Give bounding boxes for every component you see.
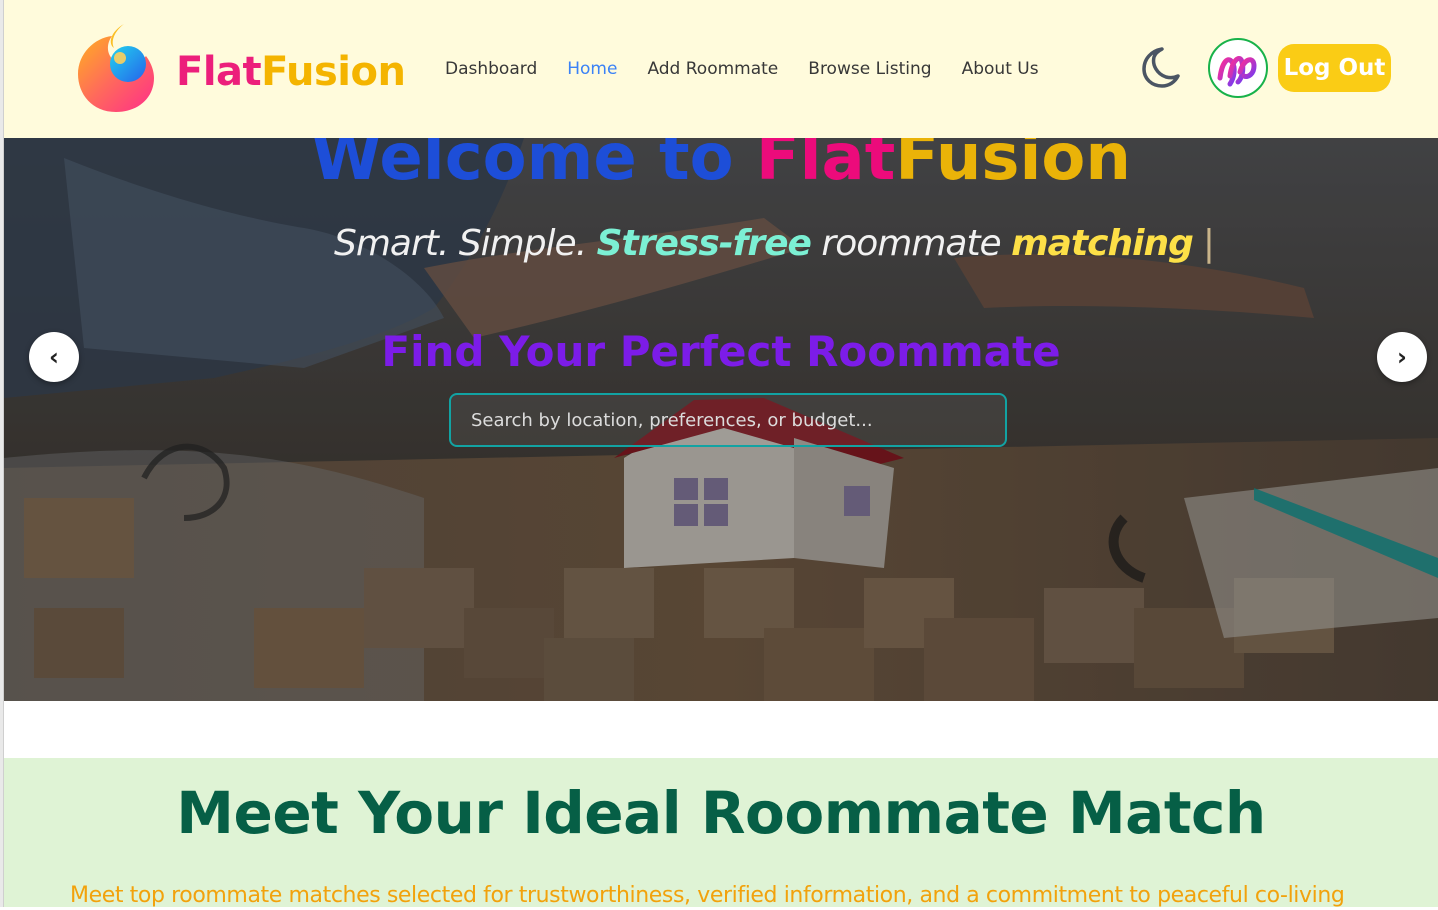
hero-tagline: Smart. Simple. Stress-free roommate matc… bbox=[334, 220, 1215, 268]
brand-part-flat: Flat bbox=[176, 49, 262, 95]
navbar: FlatFusion Dashboard Home Add Roommate B… bbox=[4, 0, 1438, 138]
nav-link-browse-listing[interactable]: Browse Listing bbox=[808, 58, 931, 80]
hero-title-flat: Flat bbox=[755, 138, 896, 195]
search-input[interactable] bbox=[449, 393, 1007, 447]
nav-link-dashboard[interactable]: Dashboard bbox=[445, 58, 537, 80]
avatar-logo-icon bbox=[1217, 56, 1257, 87]
nav-link-add-roommate[interactable]: Add Roommate bbox=[647, 58, 778, 80]
brand-part-fusion: Fusion bbox=[261, 49, 406, 95]
hero-title: Welcome to FlatFusion bbox=[4, 138, 1438, 200]
hero-carousel: Welcome to FlatFusion Smart. Simple. Str… bbox=[4, 138, 1438, 701]
user-avatar[interactable] bbox=[1208, 38, 1268, 98]
nav-links: Dashboard Home Add Roommate Browse Listi… bbox=[445, 58, 1069, 80]
logout-button[interactable]: Log Out bbox=[1278, 44, 1391, 92]
hero-title-welcome: Welcome to bbox=[311, 138, 756, 195]
logo-icon[interactable] bbox=[76, 22, 156, 114]
brand-name[interactable]: FlatFusion bbox=[176, 46, 406, 98]
carousel-next-button[interactable]: › bbox=[1377, 332, 1427, 382]
nav-link-about-us[interactable]: About Us bbox=[962, 58, 1039, 80]
tagline-smart-simple: Smart. Simple. bbox=[334, 223, 597, 264]
tagline-stress-free: Stress-free bbox=[596, 223, 812, 264]
typing-cursor: | bbox=[1202, 223, 1215, 264]
tagline-roommate: roommate bbox=[810, 223, 1012, 264]
roommate-match-section: Meet Your Ideal Roommate Match Meet top … bbox=[4, 758, 1438, 908]
section-description: Meet top roommate matches selected for t… bbox=[70, 883, 1345, 908]
nav-link-home[interactable]: Home bbox=[567, 58, 617, 80]
hero-title-fusion: Fusion bbox=[895, 138, 1131, 195]
tagline-matching: matching bbox=[1011, 223, 1194, 264]
section-title: Meet Your Ideal Roommate Match bbox=[176, 779, 1266, 847]
carousel-prev-button[interactable]: ‹ bbox=[29, 332, 79, 382]
moon-icon[interactable] bbox=[1136, 44, 1182, 90]
find-roommate-heading: Find Your Perfect Roommate bbox=[381, 327, 1061, 376]
